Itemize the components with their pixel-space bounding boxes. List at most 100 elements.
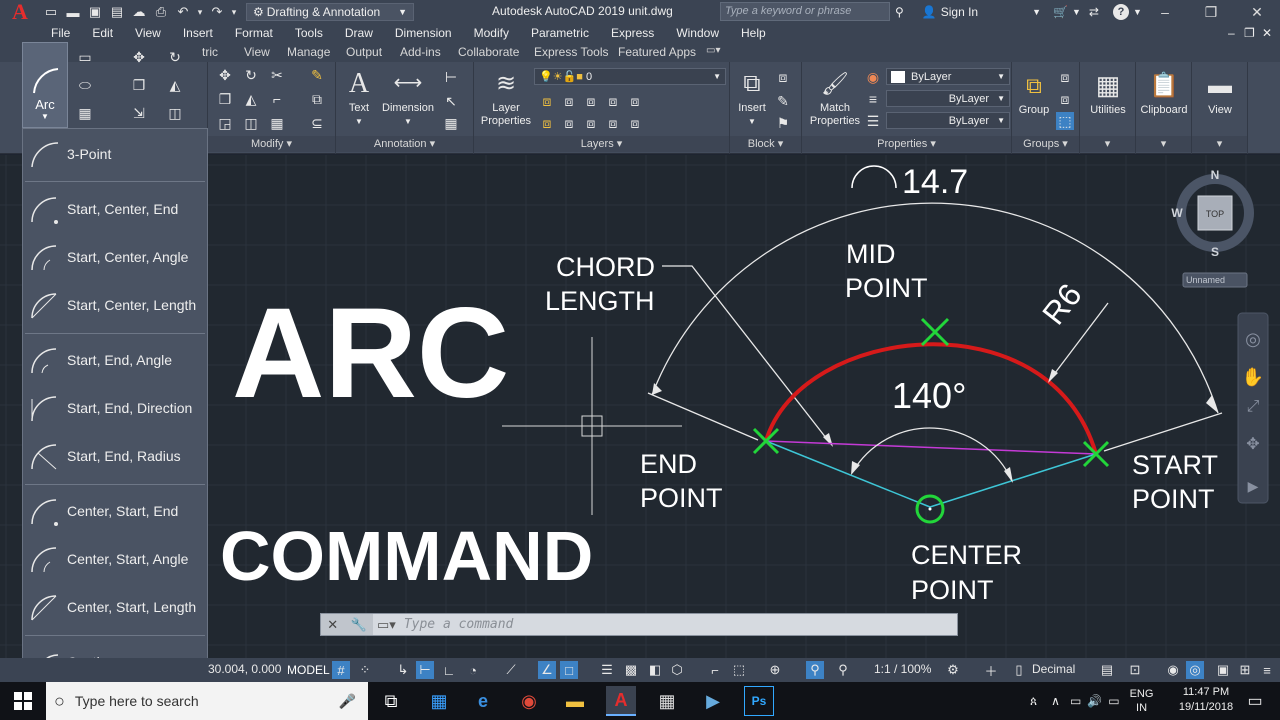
maximize-button[interactable]: ❐ [1188,0,1234,24]
hatch-icon[interactable]: ▦ [76,104,94,122]
arc-option-start-center-angle[interactable]: Start, Center, Angle [23,234,207,280]
3d-osnap-icon[interactable]: ⬡ [668,661,686,679]
dynamic-input-icon[interactable]: ⊢ [416,661,434,679]
layer-tool-icon[interactable]: ⧈ [582,114,600,132]
minimize-button[interactable]: – [1142,0,1188,24]
language-indicator[interactable]: ENG IN [1130,687,1154,715]
tab-overflow-icon[interactable]: ▭▾ [706,45,720,56]
color-dropdown[interactable]: ByLayer ▼ [886,68,1010,85]
volume-icon[interactable]: 🔊 [1087,694,1102,708]
move-icon[interactable]: ✥ [216,66,234,84]
doc-restore-button[interactable]: ❐ [1244,26,1255,40]
customization-icon[interactable]: ≡ [1258,661,1276,679]
menu-express[interactable]: Express [600,26,665,40]
mirror-icon[interactable]: ◭ [166,76,184,94]
taskbar-search-box[interactable]: ○ Type here to search 🎤 [46,682,368,720]
ortho-mode-icon[interactable]: ∟ [440,661,458,679]
object-snap-icon[interactable]: □ [560,661,578,679]
taskbar-clock[interactable]: 11:47 PM 19/11/2018 [1172,685,1240,715]
show-hidden-icons[interactable]: ∧ [1051,694,1060,708]
arc-option-start-end-direction[interactable]: Start, End, Direction [23,385,207,431]
match-properties-button[interactable]: 🖌 Match Properties [808,66,862,128]
group-edit-icon[interactable]: ⧈ [1056,90,1074,108]
annotation-panel-title[interactable]: Annotation ▾ [336,136,473,152]
menu-dimension[interactable]: Dimension [384,26,463,40]
redo-dropdown-icon[interactable]: ▾ [229,2,239,22]
layer-tool-icon[interactable]: ⧈ [582,92,600,110]
table-icon[interactable]: ▦ [442,114,460,132]
gizmo-icon[interactable]: ⊕ [766,661,784,679]
menu-tools[interactable]: Tools [284,26,334,40]
notifications-icon[interactable]: ▭ [1240,686,1270,716]
layer-tool-icon[interactable]: ⧈ [626,114,644,132]
arc-option-start-center-end[interactable]: Start, Center, End [23,186,207,232]
hardware-acceleration-icon[interactable]: ◎ [1186,661,1204,679]
fillet-icon[interactable]: ⌐ [268,90,286,108]
text-button[interactable]: A Text ▼ [342,66,376,128]
mirror-icon[interactable]: ◭ [242,90,260,108]
arc-option-start-end-angle[interactable]: Start, End, Angle [23,337,207,383]
selection-cycling-icon[interactable]: ◧ [646,661,664,679]
lineweight-icon[interactable]: ≡ [864,90,882,108]
undo-icon[interactable]: ↶ [173,2,193,22]
plot-icon[interactable]: ⎙ [151,2,171,22]
annotation-visibility-icon[interactable]: ⚲ [806,661,824,679]
view-expand-icon[interactable]: ▾ [1192,136,1247,152]
arc-option-center-start-length[interactable]: Center, Start, Length [23,584,207,630]
layer-tool-icon[interactable]: ⧈ [560,114,578,132]
group-button[interactable]: ⧉ Group [1016,68,1052,117]
autocad-logo-icon[interactable]: A [0,0,40,24]
transparency-icon[interactable]: ▩ [622,661,640,679]
groups-panel-title[interactable]: Groups ▾ [1012,136,1079,152]
layer-tool-icon[interactable]: ⧈ [538,114,556,132]
arc-option-start-end-radius[interactable]: Start, End, Radius [23,433,207,479]
menu-format[interactable]: Format [224,26,284,40]
media-player-icon[interactable]: ▶ [698,686,728,716]
object-snap-tracking-icon[interactable]: ∠ [538,661,556,679]
layer-tool-icon[interactable]: ⧈ [604,92,622,110]
menu-file[interactable]: File [40,26,81,40]
coordinates-readout[interactable]: 30.004, 0.000 [208,662,281,676]
rectangle-icon[interactable]: ▭ [76,48,94,66]
full-screen-icon[interactable]: ⊞ [1236,661,1254,679]
menu-parametric[interactable]: Parametric [520,26,600,40]
tab-add-ins[interactable]: Add-ins [400,45,441,59]
help-icon[interactable]: ? [1112,3,1129,20]
command-prompt-icon[interactable]: ▭▾ [377,617,396,633]
microphone-icon[interactable]: 🎤 [339,693,356,710]
utilities-expand-icon[interactable]: ▾ [1080,136,1135,152]
snap-mode-icon[interactable]: ⁘ [356,661,374,679]
offset-icon[interactable]: ⊆ [308,114,326,132]
clipboard-button[interactable]: 📋 Clipboard [1136,68,1192,117]
scale-icon[interactable]: ◫ [166,104,184,122]
open-folder-icon[interactable]: ▬ [63,2,83,22]
layer-properties-button[interactable]: ≋ Layer Properties [478,66,534,128]
menu-draw[interactable]: Draw [334,26,384,40]
linetype-dropdown[interactable]: ByLayer ▼ [886,112,1010,129]
linear-dim-icon[interactable]: ⊢ [442,68,460,86]
arc-option-3-point[interactable]: 3-Point [23,131,207,177]
file-explorer-taskbar-icon[interactable]: ▦ [424,686,454,716]
grid-toggle-icon[interactable]: # [332,661,350,679]
leader-icon[interactable]: ↖ [442,92,460,110]
photoshop-icon[interactable]: Ps [744,686,774,716]
ungroup-icon[interactable]: ⧈ [1056,68,1074,86]
annotation-scale[interactable]: 1:1 / 100% [874,662,931,676]
lock-ui-icon[interactable]: ⊡ [1126,661,1144,679]
workspace-switch-gear-icon[interactable]: ⚙ [944,661,962,679]
save-as-icon[interactable]: ▤ [107,2,127,22]
new-file-icon[interactable]: ▭ [41,2,61,22]
tab-express-tools[interactable]: Express Tools [534,45,608,59]
arc-button[interactable]: Arc ▼ [22,42,68,128]
block-panel-title[interactable]: Block ▾ [730,136,801,152]
polar-tracking-icon[interactable]: ◔ [464,661,482,679]
add-icon[interactable]: ＋ [982,661,1000,679]
doc-close-button[interactable]: ✕ [1262,26,1272,40]
model-space-toggle[interactable]: MODEL [284,660,333,680]
layer-tool-icon[interactable]: ⧈ [626,92,644,110]
orbit-icon[interactable]: ✥ [1246,436,1259,453]
task-view-icon[interactable]: ⧉ [376,686,406,716]
autocad-taskbar-icon[interactable]: A [606,686,636,716]
layers-panel-title[interactable]: Layers ▾ [474,136,729,152]
explode-icon[interactable]: ⧉ [308,90,326,108]
